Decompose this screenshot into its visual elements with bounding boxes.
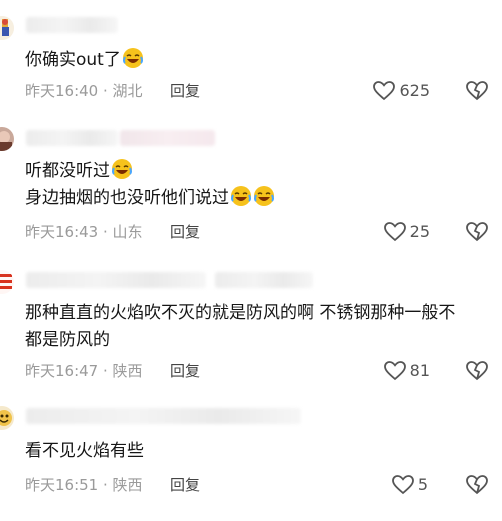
comment-time: 昨天16:40 <box>25 82 99 100</box>
comment-text: 看不见火焰有些 <box>25 441 144 461</box>
broken-heart-outline-icon[interactable] <box>466 80 488 102</box>
avatar[interactable] <box>0 127 14 151</box>
username-blurred-tag <box>215 272 313 288</box>
username-blurred[interactable] <box>26 272 206 288</box>
avatar[interactable] <box>0 16 14 40</box>
comment-meta: 昨天16:43 · 山东 回复 <box>25 223 201 241</box>
username-blurred[interactable] <box>26 408 301 424</box>
comment-time: 昨天16:51 <box>25 476 99 494</box>
comment-time: 昨天16:47 <box>25 362 99 380</box>
reply-button[interactable]: 回复 <box>170 361 200 381</box>
like-count: 81 <box>409 361 430 380</box>
laughing-crying-emoji-icon <box>231 186 251 206</box>
reply-button[interactable]: 回复 <box>170 475 200 495</box>
broken-heart-outline-icon[interactable] <box>466 221 488 243</box>
reply-button[interactable]: 回复 <box>170 81 200 101</box>
broken-heart-outline-icon[interactable] <box>466 474 488 496</box>
username-blurred[interactable] <box>26 130 118 146</box>
comment-text: 那种直直的火焰吹不灭的就是防风的啊 不锈钢那种一般不都是防风的 <box>25 303 456 350</box>
like-button[interactable]: 625 <box>373 81 430 101</box>
comment-location: 陕西 <box>112 362 143 380</box>
like-count: 5 <box>417 475 428 494</box>
comment-meta: 昨天16:47 · 陕西 回复 <box>25 362 201 380</box>
laughing-crying-emoji-icon <box>254 186 274 206</box>
comment-location: 陕西 <box>112 476 143 494</box>
heart-outline-icon <box>373 81 396 101</box>
like-button[interactable]: 5 <box>391 475 428 495</box>
comment-meta: 昨天16:40 · 湖北 回复 <box>25 82 201 100</box>
avatar[interactable] <box>0 406 14 430</box>
comment-time: 昨天16:43 <box>25 223 99 241</box>
comment-meta: 昨天16:51 · 陕西 回复 <box>25 476 201 494</box>
heart-outline-icon <box>383 222 406 242</box>
laughing-crying-emoji-icon <box>122 48 143 68</box>
comment-text: 你确实out了 <box>25 47 472 74</box>
comment-location: 山东 <box>112 223 143 241</box>
like-button[interactable]: 81 <box>383 361 430 381</box>
username-blurred[interactable] <box>26 17 118 33</box>
avatar[interactable] <box>0 270 14 294</box>
laughing-crying-emoji-icon <box>112 159 132 179</box>
broken-heart-outline-icon[interactable] <box>466 360 488 382</box>
like-button[interactable]: 25 <box>383 222 430 242</box>
comment-location: 湖北 <box>112 82 143 100</box>
heart-outline-icon <box>383 361 406 381</box>
heart-outline-icon <box>391 475 414 495</box>
comment-text: 听都没听过 身边抽烟的也没听他们说过 <box>25 158 472 212</box>
reply-button[interactable]: 回复 <box>170 222 200 242</box>
like-count: 625 <box>399 81 430 100</box>
username-blurred-tag <box>120 130 215 146</box>
like-count: 25 <box>409 222 430 241</box>
